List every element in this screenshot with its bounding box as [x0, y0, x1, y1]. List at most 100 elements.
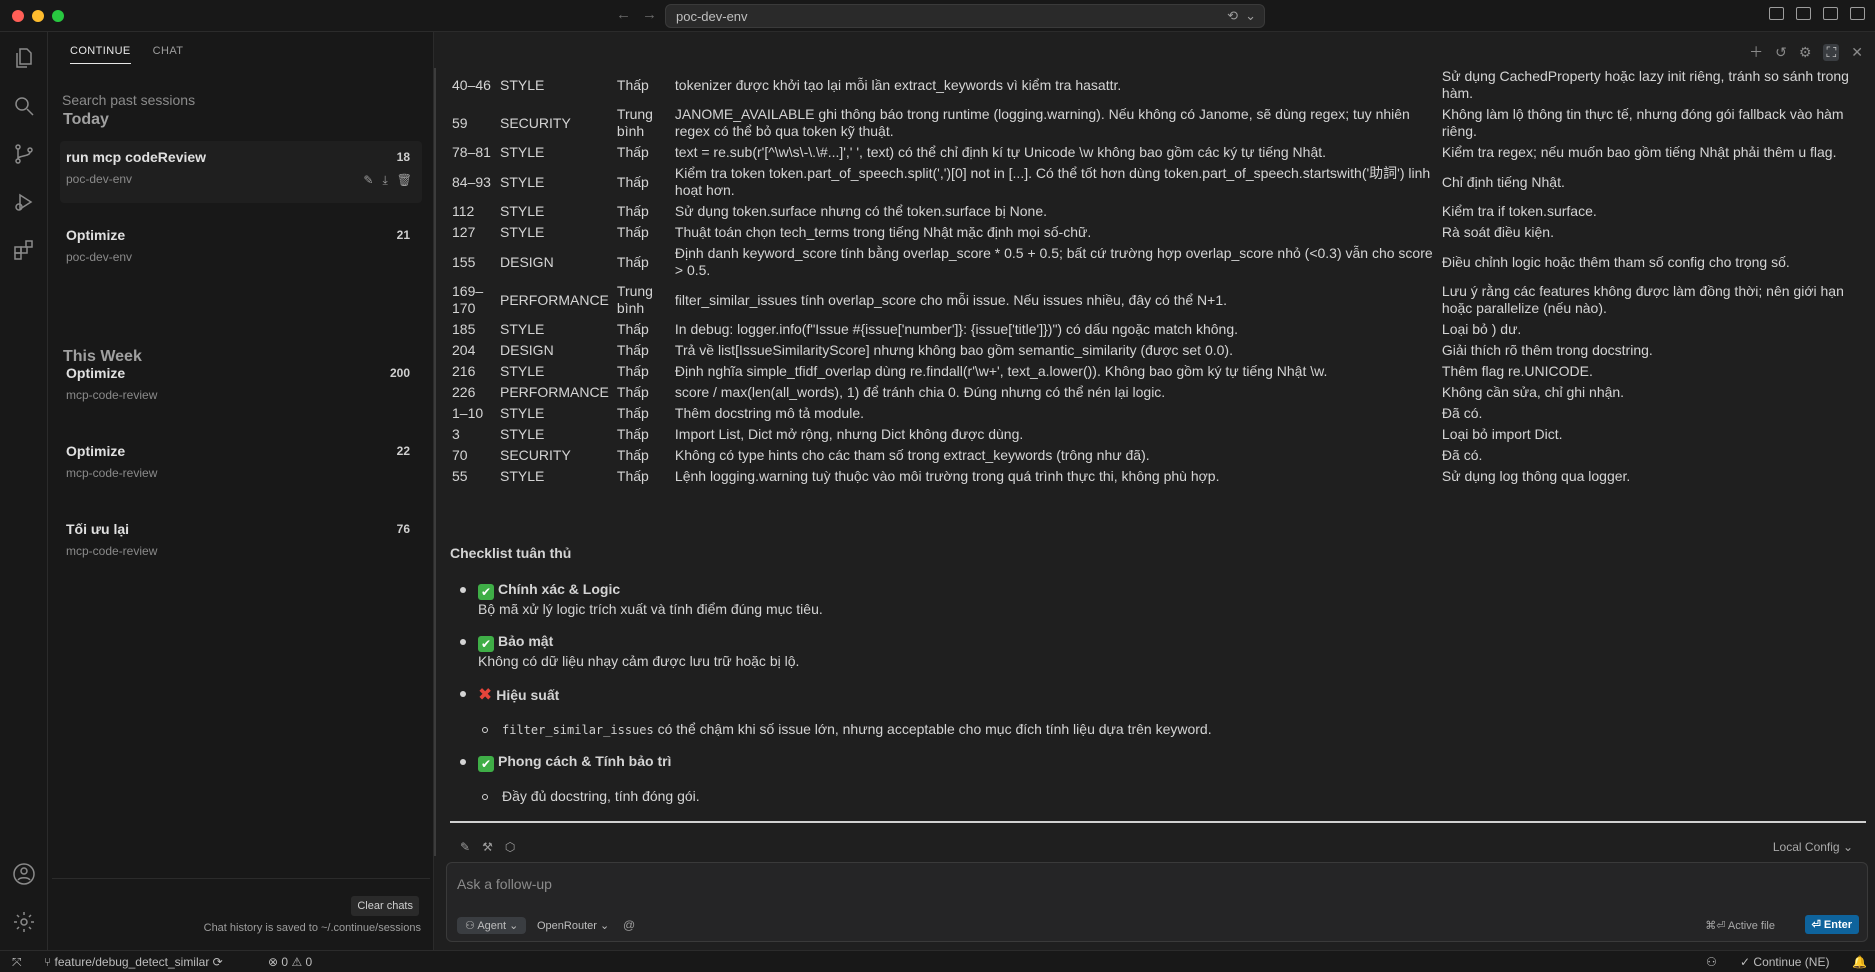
customize-layout-icon[interactable] — [1769, 7, 1784, 20]
maximize-window-button[interactable] — [52, 10, 64, 22]
copilot-status-icon[interactable]: ⚇ — [1706, 955, 1717, 969]
remote-icon[interactable]: ⤧ — [12, 955, 22, 970]
issue-fix: Đã có. — [1441, 447, 1483, 463]
session-item[interactable]: run mcp codeReview poc-dev-env 18 ✎ ⤓ 🗑 — [60, 141, 422, 203]
check-icon: ✓ — [1740, 955, 1751, 969]
forward-arrow-icon[interactable]: → — [642, 6, 657, 23]
composer-tools: ✎ ⚒ ⬡ — [460, 840, 515, 854]
local-config-selector[interactable]: Local Config ⌄ — [1773, 840, 1853, 854]
issue-row: 216 STYLE Thấp Định nghĩa simple_tfidf_over… — [448, 361, 1868, 382]
scroll-edge — [434, 68, 436, 856]
issue-fix: Đã có. — [1441, 405, 1483, 421]
issue-row: 3 STYLE Thấp Import List, Dict mở rộng, như… — [448, 424, 1868, 445]
issue-description: Thêm docstring mô tả module. — [674, 405, 864, 421]
session-title: Tối ưu lại — [66, 521, 130, 537]
issue-description: In debug: logger.info(f"Issue #{issue['n… — [674, 321, 1238, 337]
account-icon[interactable] — [12, 862, 36, 886]
message-divider — [450, 821, 1866, 823]
issue-fix: Không làm lộ thông tin thực tế, nhưng đó… — [1441, 106, 1844, 139]
continue-status[interactable]: ✓ Continue (NE) — [1740, 955, 1829, 969]
issue-line: 204 — [452, 342, 476, 358]
active-file-hint[interactable]: ⌘⏎ Active file — [1705, 919, 1775, 932]
session-item[interactable]: Optimize poc-dev-env 21 — [60, 219, 422, 281]
warning-icon: ⚠ — [291, 955, 303, 969]
model-selector[interactable]: OpenRouter ⌄ — [537, 919, 609, 932]
explorer-icon[interactable] — [12, 46, 36, 70]
clear-chats-button[interactable]: Clear chats — [351, 896, 419, 916]
issue-type: STYLE — [500, 76, 545, 93]
session-item[interactable]: Optimize mcp-code-review 200 — [60, 357, 422, 419]
issue-fix: Sử dụng CachedProperty hoặc lazy init ri… — [1441, 68, 1849, 101]
copilot-icon[interactable]: ⟲ — [1227, 8, 1238, 24]
agent-mode-button[interactable]: ⚇ Agent ⌄ — [457, 917, 527, 934]
close-window-button[interactable] — [12, 10, 24, 22]
issue-description: Sử dụng token.surface nhưng có thể token… — [674, 203, 1047, 219]
search-icon[interactable] — [12, 94, 36, 118]
at-mention-icon[interactable]: @ — [623, 918, 635, 932]
gear-icon[interactable] — [12, 910, 36, 934]
inline-code: filter_similar_issues — [502, 723, 654, 737]
checklist-label: Phong cách & Tính bảo trì — [498, 753, 672, 769]
issue-description: filter_similar_issues tính overlap_score… — [674, 291, 1228, 308]
toggle-secondary-sidebar-icon[interactable] — [1850, 7, 1865, 20]
enter-button[interactable]: ⏎ Enter — [1804, 915, 1859, 934]
issue-row: 127 STYLE Thấp Thuật toán chọn tech_terms t… — [448, 222, 1868, 243]
issue-description: tokenizer được khởi tạo lại mỗi lần extr… — [674, 76, 1122, 93]
warning-count: 0 — [305, 955, 313, 969]
issue-line: 84–93 — [452, 173, 491, 190]
edit-icon[interactable]: ✎ — [363, 173, 373, 188]
command-center[interactable]: poc-dev-env ⟲ ⌄ — [665, 4, 1265, 28]
git-branch[interactable]: ⑂ feature/debug_detect_similar ⟳ — [44, 955, 223, 969]
bell-icon[interactable]: 🔔 — [1852, 955, 1867, 969]
issue-line: 155 — [452, 253, 476, 270]
issue-severity: Thấp — [616, 321, 649, 337]
back-arrow-icon[interactable]: ← — [616, 6, 631, 23]
trash-icon[interactable]: 🗑 — [397, 173, 412, 188]
issue-description: Định danh keyword_score tính bằng overla… — [674, 245, 1433, 278]
minimize-window-button[interactable] — [32, 10, 44, 22]
fullscreen-icon[interactable]: ⛶ — [1823, 43, 1840, 61]
session-item[interactable]: Tối ưu lại mcp-code-review 76 — [60, 513, 422, 575]
continue-sidebar: CONTINUE CHAT Today run mcp codeReview p… — [48, 32, 434, 950]
plus-icon[interactable]: ＋ — [1749, 42, 1763, 62]
tab-continue[interactable]: CONTINUE — [70, 45, 131, 64]
search-sessions-input[interactable] — [62, 86, 424, 114]
subitem-text: có thể chậm khi số issue lớn, nhưng acce… — [653, 721, 1212, 737]
tools-icon[interactable]: ⚒ — [482, 840, 493, 854]
cube-icon[interactable]: ⬡ — [505, 840, 515, 854]
run-debug-icon[interactable] — [12, 190, 36, 214]
agent-icon: ⚇ — [465, 920, 475, 932]
chat-panel: ＋ ↺ ⚙ ⛶ ✕ 40–46 STYLE Thấp tokenizer được k… — [434, 32, 1875, 950]
problems-indicator[interactable]: ⊗ 0 ⚠ 0 — [268, 955, 312, 969]
export-icon[interactable]: ⤓ — [382, 173, 387, 188]
toggle-panel-icon[interactable] — [1823, 7, 1838, 20]
history-icon[interactable]: ↺ — [1775, 44, 1787, 61]
issue-line: 78–81 — [452, 144, 491, 160]
followup-input[interactable] — [457, 873, 1157, 895]
issue-type: STYLE — [500, 426, 545, 442]
issue-type: PERFORMANCE — [500, 384, 609, 400]
issue-severity: Thấp — [616, 363, 649, 379]
issue-row: 204 DESIGN Thấp Trả về list[IssueSimilarity… — [448, 340, 1868, 361]
issue-row: 59 SECURITY Trung bình JANOME_AVAILABLE ghi… — [448, 104, 1868, 142]
issue-severity: Thấp — [616, 76, 649, 93]
session-item[interactable]: Optimize mcp-code-review 22 — [60, 435, 422, 497]
settings-icon[interactable]: ⚙ — [1799, 44, 1812, 61]
issue-row: 112 STYLE Thấp Sử dụng token.surface nhưng … — [448, 201, 1868, 222]
chevron-down-icon[interactable]: ⌄ — [1245, 8, 1256, 24]
activity-bar — [0, 32, 48, 950]
branch-icon: ⑂ — [44, 955, 52, 969]
issue-type: SECURITY — [500, 114, 571, 131]
extensions-icon[interactable] — [12, 238, 36, 262]
issue-row: 185 STYLE Thấp In debug: logger.info(f"Issu… — [448, 319, 1868, 340]
issue-line: 55 — [452, 468, 468, 484]
toggle-primary-sidebar-icon[interactable] — [1796, 7, 1811, 20]
pencil-icon[interactable]: ✎ — [460, 840, 470, 854]
tab-chat[interactable]: CHAT — [153, 45, 184, 64]
source-control-icon[interactable] — [12, 142, 36, 166]
issue-fix: Kiểm tra if token.surface. — [1441, 203, 1597, 219]
issue-row: 40–46 STYLE Thấp tokenizer được khởi tạo lạ… — [448, 66, 1868, 104]
issue-row: 155 DESIGN Thấp Định danh keyword_score tín… — [448, 243, 1868, 281]
close-icon[interactable]: ✕ — [1851, 44, 1863, 61]
issue-description: score / max(len(all_words), 1) để tránh … — [674, 384, 1166, 400]
